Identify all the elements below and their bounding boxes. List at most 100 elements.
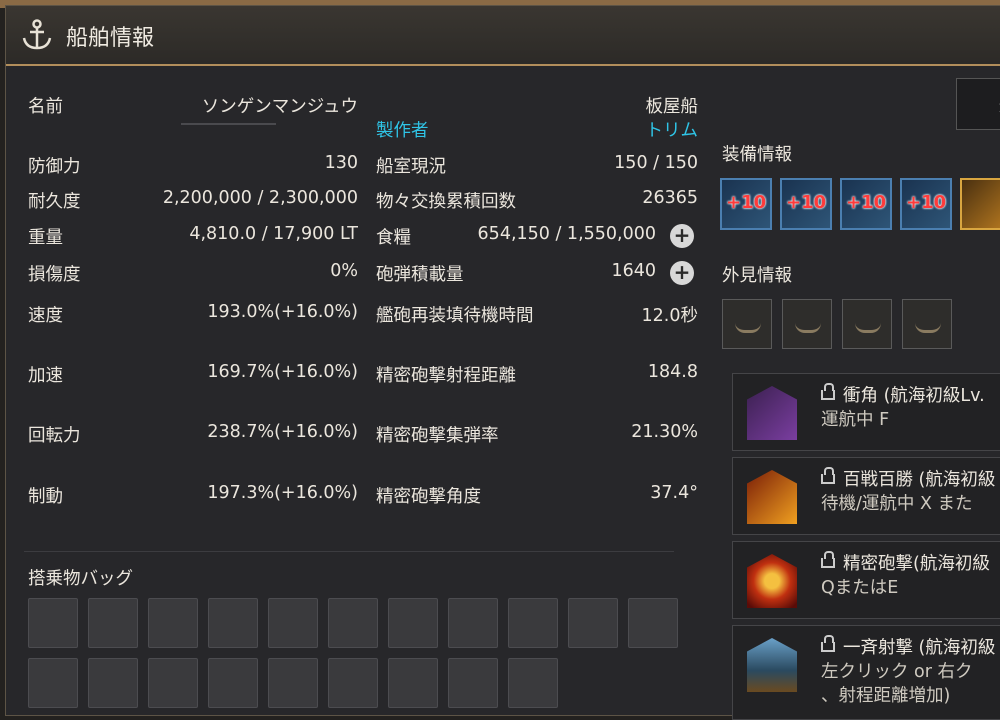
stat-value: 26365 <box>642 188 698 208</box>
skill-precision[interactable]: 精密砲撃(航海初級 QまたはE <box>732 541 1000 619</box>
stat-value: 169.7%(+16.0%) <box>207 362 358 382</box>
stat-label: 精密砲撃射程距離 <box>376 366 516 386</box>
stat-label: 物々交換累積回数 <box>376 192 516 212</box>
stat-value: 238.7%(+16.0%) <box>207 422 358 442</box>
figurehead-icon <box>795 316 821 333</box>
name-underline <box>181 123 276 125</box>
stat-value: 1640 <box>611 261 656 281</box>
bag-slot[interactable] <box>508 658 558 708</box>
appearance-slot-4[interactable] <box>902 299 952 349</box>
bag-slot[interactable] <box>388 598 438 648</box>
bag-slot[interactable] <box>388 658 438 708</box>
stat-value: ソンゲンマンジュウ <box>201 97 358 117</box>
bag-slot[interactable] <box>508 598 558 648</box>
stat-label: 制動 <box>28 487 63 507</box>
lock-icon <box>821 467 835 484</box>
skill-desc: 待機/運航中 X また <box>821 494 973 514</box>
equipment-title: 装備情報 <box>722 145 792 165</box>
bag-slot[interactable] <box>28 658 78 708</box>
appearance-slot-2[interactable] <box>782 299 832 349</box>
bag-slot[interactable] <box>448 598 498 648</box>
bag-slot[interactable] <box>568 598 618 648</box>
bag-slot[interactable] <box>88 598 138 648</box>
appearance-slot-3[interactable] <box>842 299 892 349</box>
skill-name: 百戦百勝 (航海初級 <box>843 470 996 490</box>
ship-cannon-icon[interactable]: +10 <box>780 178 832 230</box>
bag-slot[interactable] <box>328 598 378 648</box>
stat-value: 184.8 <box>647 362 698 382</box>
ornament-icon <box>915 316 941 333</box>
stat-value: 197.3%(+16.0%) <box>207 483 358 503</box>
anchor-icon <box>22 19 52 50</box>
skill-ram[interactable]: 衝角 (航海初級Lv. 運航中 F <box>732 373 1000 451</box>
stat-value: 0% <box>330 261 358 281</box>
top-right-button[interactable]: 船 <box>956 78 1000 130</box>
stat-label: 重量 <box>28 228 63 248</box>
bag-slot[interactable] <box>148 598 198 648</box>
title-bar[interactable]: 船舶情報 <box>6 6 1000 66</box>
lock-icon <box>821 383 835 400</box>
appearance-slot-1[interactable] <box>722 299 772 349</box>
stat-value: 37.4° <box>650 483 698 503</box>
stat-label: 船室現況 <box>376 157 446 177</box>
lock-icon <box>821 551 835 568</box>
skill-desc: 運航中 F <box>821 410 890 430</box>
bag-title: 搭乗物バッグ <box>28 569 133 589</box>
bag-slot[interactable] <box>28 598 78 648</box>
stat-value: 193.0%(+16.0%) <box>207 302 358 322</box>
stat-label: 食糧 <box>376 228 411 248</box>
skill-name: 精密砲撃(航海初級 <box>843 554 990 574</box>
target-skill-icon <box>747 554 797 608</box>
enhance-level: +10 <box>786 192 827 213</box>
stat-label: 精密砲撃集弾率 <box>376 426 499 446</box>
stat-label: 耐久度 <box>28 192 81 212</box>
ram-skill-icon <box>747 386 797 440</box>
ship-info-window: 船舶情報 船 名前 ソンゲンマンジュウ 防御力 130 耐久度 2,200,00… <box>5 5 1000 720</box>
bag-slot[interactable] <box>268 598 318 648</box>
stat-label: 精密砲撃角度 <box>376 487 481 507</box>
enhance-level: +10 <box>906 192 947 213</box>
bag-slot[interactable] <box>208 658 258 708</box>
enhance-level: +10 <box>726 192 767 213</box>
bag-slot[interactable] <box>448 658 498 708</box>
stat-value: 130 <box>324 153 358 173</box>
hull-icon <box>735 316 761 333</box>
volley-skill-icon <box>747 638 797 692</box>
add-food-button[interactable]: + <box>670 224 694 248</box>
skill-name: 一斉射撃 (航海初級 <box>843 638 996 658</box>
bag-slot[interactable] <box>148 658 198 708</box>
bag-slot[interactable] <box>268 658 318 708</box>
gold-crystal-icon[interactable] <box>960 178 1000 230</box>
ship-sail-icon[interactable]: +10 <box>900 178 952 230</box>
window-title: 船舶情報 <box>66 26 155 51</box>
stat-value: 21.30% <box>631 422 698 442</box>
ship-bow-icon[interactable]: +10 <box>720 178 772 230</box>
maker-label: 製作者 <box>376 121 429 141</box>
add-ammo-button[interactable]: + <box>670 261 694 285</box>
enhance-level: +10 <box>846 192 887 213</box>
stat-label: 防御力 <box>28 157 81 177</box>
stat-label: 速度 <box>28 306 63 326</box>
stat-value: 12.0秒 <box>641 306 698 326</box>
bag-slot[interactable] <box>88 658 138 708</box>
stat-value: 4,810.0 / 17,900 LT <box>189 224 358 244</box>
stat-label: 砲弾積載量 <box>376 265 464 285</box>
bag-slot[interactable] <box>328 658 378 708</box>
stat-value: 2,200,000 / 2,300,000 <box>162 188 358 208</box>
skill-victory[interactable]: 百戦百勝 (航海初級 待機/運航中 X また <box>732 457 1000 535</box>
bag-slot[interactable] <box>628 598 678 648</box>
skill-desc: QまたはE <box>821 578 899 598</box>
stat-label: 回転力 <box>28 426 81 446</box>
stat-label: 艦砲再装填待機時間 <box>376 306 534 326</box>
section-divider <box>24 551 674 552</box>
stat-value: 150 / 150 <box>614 153 698 173</box>
appearance-title: 外見情報 <box>722 266 792 286</box>
skill-volley[interactable]: 一斉射撃 (航海初級 左クリック or 右ク 、射程距離増加) <box>732 625 1000 720</box>
skill-name: 衝角 (航海初級Lv. <box>843 386 985 406</box>
stat-label: 損傷度 <box>28 265 81 285</box>
ship-plating-icon[interactable]: +10 <box>840 178 892 230</box>
bag-slot[interactable] <box>208 598 258 648</box>
stat-value: 654,150 / 1,550,000 <box>477 224 656 244</box>
skill-desc-2: 、射程距離増加) <box>821 686 951 706</box>
ship-type: 板屋船 <box>645 97 699 117</box>
